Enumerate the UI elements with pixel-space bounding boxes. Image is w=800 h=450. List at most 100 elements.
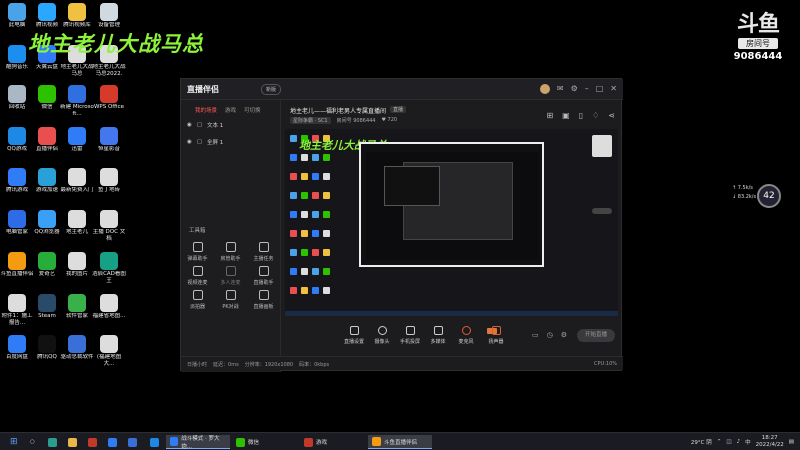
- desktop-icon[interactable]: 主播 DOC 文档: [92, 210, 126, 243]
- mail-button[interactable]: [104, 435, 121, 449]
- close-icon[interactable]: ✕: [610, 84, 617, 94]
- desktop-icon[interactable]: WPS Office: [92, 85, 126, 118]
- input-language[interactable]: 中: [745, 438, 751, 446]
- weather-status[interactable]: 29°C 阴: [691, 438, 712, 446]
- notification-icon[interactable]: ▤: [789, 439, 794, 445]
- clock-icon[interactable]: ◷: [547, 331, 553, 339]
- desktop-icon[interactable]: 微信: [30, 85, 64, 118]
- tool-item[interactable]: 直播画板: [247, 290, 280, 310]
- folder-icon: [68, 437, 77, 447]
- tool-item[interactable]: 主播任务: [247, 242, 280, 262]
- app-icon: [68, 294, 86, 312]
- desktop-icon[interactable]: 新建 Microsoft...: [60, 85, 94, 118]
- tool-item[interactable]: 房管助手: [214, 242, 247, 262]
- tool-button[interactable]: [146, 435, 163, 449]
- room-title[interactable]: 地主老儿——福利老男人专属直播间: [290, 106, 386, 115]
- eye-icon[interactable]: ◉: [187, 122, 192, 128]
- app-button[interactable]: [84, 435, 101, 449]
- taskbar-item-browser[interactable]: 战斗模式 · 罗大炮...: [166, 435, 230, 450]
- explorer-button[interactable]: [64, 435, 81, 449]
- desktop-icon[interactable]: 鱼丁地砖: [92, 168, 126, 201]
- floating-toggle[interactable]: [592, 208, 612, 214]
- desktop-icon[interactable]: QQ游戏: [0, 127, 34, 160]
- microphone-button[interactable]: 麦克风: [452, 326, 480, 345]
- stream-preview[interactable]: 地主老儿大战马总: [285, 129, 618, 316]
- desktop-icon[interactable]: 百度网盘: [0, 335, 34, 368]
- desktop-icon[interactable]: 迅雷: [60, 127, 94, 160]
- desktop-icon[interactable]: 爱奇艺: [30, 252, 64, 285]
- minimize-icon[interactable]: –: [585, 84, 589, 94]
- desktop-icon-label: 地主老儿大战马总2022.3...: [92, 64, 126, 77]
- media-button[interactable]: 多媒体: [424, 326, 452, 345]
- tab-my-scene[interactable]: 我的场景: [195, 106, 217, 114]
- taskbar-item-game[interactable]: 游戏: [300, 435, 364, 449]
- taskbar-item-douyu[interactable]: 斗鱼直播伴侣: [368, 435, 432, 449]
- desktop-icon[interactable]: (福建地图大...: [92, 335, 126, 368]
- tool-item[interactable]: 派拍器: [181, 290, 214, 310]
- maximize-icon[interactable]: □: [596, 84, 604, 94]
- chevron-up-icon[interactable]: ⌃: [717, 439, 722, 445]
- desktop-icon[interactable]: 福建省地图...: [92, 294, 126, 327]
- room-category[interactable]: 星际争霸 · SC1: [290, 117, 331, 124]
- tab-switch[interactable]: 可切换: [244, 106, 261, 114]
- gear-icon[interactable]: ⚙: [561, 331, 567, 339]
- desktop-icon[interactable]: 我的图片: [60, 252, 94, 285]
- desktop-icon[interactable]: 游戏加速: [30, 168, 64, 201]
- volume-icon[interactable]: ♪: [737, 439, 741, 445]
- performance-ball[interactable]: 42: [757, 184, 781, 208]
- lock-icon[interactable]: ▢: [197, 122, 202, 128]
- game-icon: [304, 437, 313, 447]
- lock-icon[interactable]: ▢: [197, 139, 202, 145]
- tool-item[interactable]: 直播助手: [247, 266, 280, 286]
- bell-icon[interactable]: ♢: [592, 111, 599, 120]
- camera-button[interactable]: 摄像头: [368, 326, 396, 345]
- phone-icon[interactable]: ▯: [579, 111, 583, 120]
- clock[interactable]: 18:27 2022/4/22: [756, 435, 784, 449]
- mail-icon[interactable]: ✉: [557, 84, 564, 94]
- desktop-icon[interactable]: 最新免费入门: [60, 168, 94, 201]
- tool-item[interactable]: 多人连麦: [214, 266, 247, 286]
- gift-icon[interactable]: ⊞: [546, 111, 553, 120]
- user-avatar[interactable]: [539, 84, 550, 94]
- network-icon[interactable]: ◫: [726, 439, 731, 445]
- speaker-button[interactable]: 扬声器: [482, 326, 510, 345]
- tool-item[interactable]: 弹幕助手: [181, 242, 214, 262]
- desktop-icon[interactable]: 软件管家: [60, 294, 94, 327]
- tool-item[interactable]: 视频连麦: [181, 266, 214, 286]
- game-button[interactable]: [124, 435, 141, 449]
- tab-game[interactable]: 游戏: [225, 106, 236, 114]
- desktop-icon[interactable]: QQ浏览器: [30, 210, 64, 243]
- desktop-icon[interactable]: 斗鱼直播伴侣: [0, 252, 34, 285]
- desktop-icon[interactable]: 电脑管家: [0, 210, 34, 243]
- desktop-icon[interactable]: 回收站: [0, 85, 34, 118]
- live-companion-window[interactable]: 直播伴侣 新版 ✉ ⚙ – □ ✕ 我的场景 游戏 可切换 ◉ ▢ 文本 1 ◉…: [180, 78, 623, 372]
- search-button[interactable]: ○: [26, 435, 39, 449]
- share-icon[interactable]: ⋖: [608, 111, 615, 120]
- desktop-icon[interactable]: 腾讯QQ: [30, 335, 64, 368]
- desktop-icon[interactable]: 直播伴侣: [30, 127, 64, 160]
- edge-button[interactable]: [44, 435, 61, 449]
- box-icon[interactable]: ▣: [562, 111, 570, 120]
- record-icon[interactable]: ▭: [532, 331, 539, 339]
- start-live-button[interactable]: 开始直播: [577, 329, 615, 342]
- tool-item[interactable]: PK对战: [214, 290, 247, 310]
- desktop-icon[interactable]: 浩辰CAD看图王: [92, 252, 126, 285]
- settings-icon[interactable]: ⚙: [571, 84, 578, 94]
- phone-cast-button[interactable]: 手机投屏: [396, 326, 424, 345]
- desktop-icon[interactable]: Steam: [30, 294, 64, 327]
- desktop-icon[interactable]: 附件1：施工报告...: [0, 294, 34, 327]
- source-item[interactable]: ◉ ▢ 全屏 1: [187, 136, 280, 148]
- desktop-icon[interactable]: 恒星影音: [92, 127, 126, 160]
- live-settings-button[interactable]: 直播设置: [340, 326, 368, 345]
- window-controls: ✉ ⚙ – □ ✕: [539, 84, 617, 94]
- start-button[interactable]: ⊞: [6, 435, 22, 449]
- eye-icon[interactable]: ◉: [187, 139, 192, 145]
- app-icon: [100, 210, 118, 228]
- desktop-icon[interactable]: 地主老儿: [60, 210, 94, 243]
- source-item[interactable]: ◉ ▢ 文本 1: [187, 119, 280, 131]
- taskbar-item-wechat[interactable]: 微信: [232, 435, 296, 449]
- desktop-icon[interactable]: 驱动总裁软件: [60, 335, 94, 368]
- desktop-icon[interactable]: 腾讯游戏: [0, 168, 34, 201]
- app-icon: [100, 335, 118, 353]
- version-badge[interactable]: 新版: [261, 84, 282, 95]
